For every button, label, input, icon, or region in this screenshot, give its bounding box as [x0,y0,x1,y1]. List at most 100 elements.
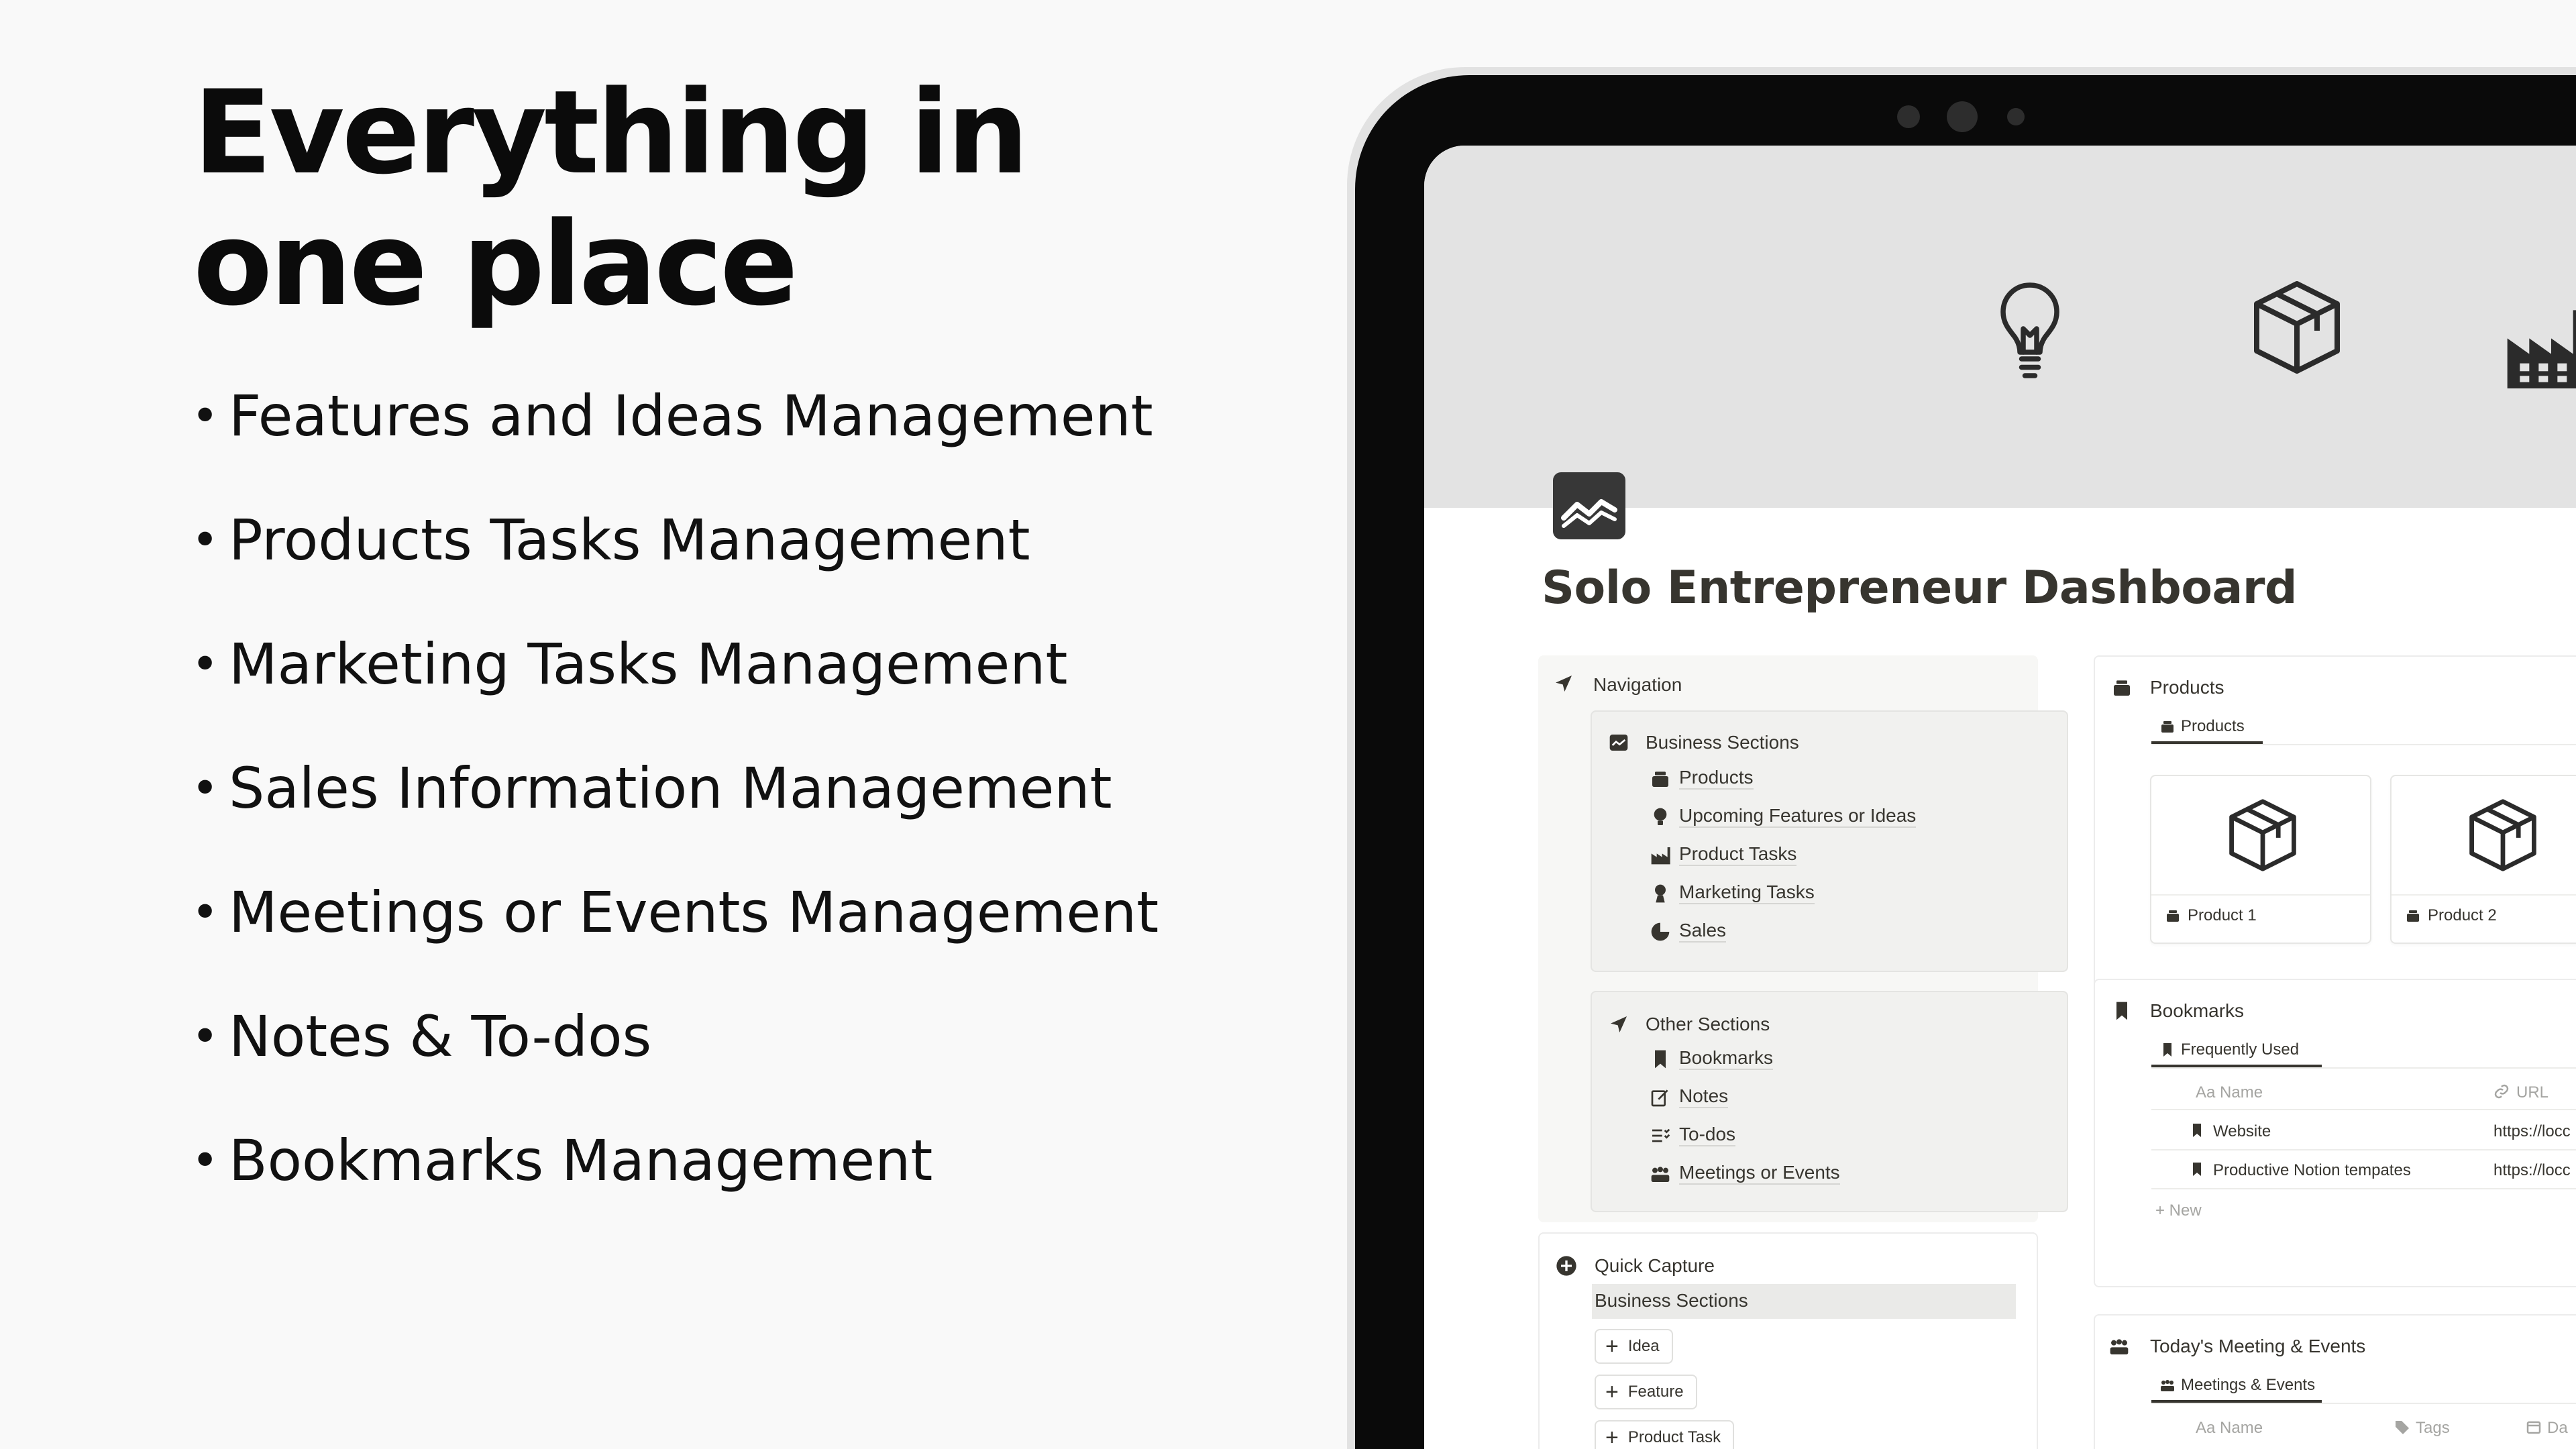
headline: Everything in one place [193,65,1029,331]
plus-circle-icon [1556,1255,1577,1277]
feature-list: • Features and Ideas Management • Products… [191,366,1159,1234]
camera-dot [1897,105,1920,128]
headline-line-1: Everything in [193,65,1029,200]
quick-capture-panel: Quick Capture Business Sections + Idea + F… [1538,1232,2038,1449]
column-header-name[interactable]: Aa Name [2196,1083,2263,1102]
bookmarks-panel: Bookmarks Frequently Used Aa Name URL We… [2094,979,2576,1287]
tag-icon [2394,1419,2410,1435]
product-card-title: Product 1 [2188,906,2257,924]
bookmark-small-icon [2189,1122,2205,1138]
plus-icon: + [1605,1425,1619,1449]
tab-divider [2151,1403,2576,1404]
feature-label: Bookmarks Management [229,1128,933,1193]
feature-item: • Sales Information Management [191,738,1159,862]
tab-divider [2151,1067,2576,1069]
bullet: • [191,513,219,568]
tab-frequently-used[interactable]: Frequently Used [2181,1040,2299,1059]
nav-link-meetings[interactable]: Meetings or Events [1679,1162,1840,1185]
bullet: • [191,388,219,443]
button-label: Feature [1627,1383,1684,1401]
nav-link-notes[interactable]: Notes [1679,1085,1729,1108]
feature-label: Meetings or Events Management [229,879,1159,945]
page-title: Solo Entrepreneur Dashboard [1542,561,2298,614]
box-icon [2247,277,2347,378]
chart-icon[interactable] [1553,472,1625,539]
bookmark-small-icon [2159,1042,2176,1058]
tab-meetings-events[interactable]: Meetings & Events [2181,1376,2315,1395]
factory-icon [2504,304,2576,391]
notion-screen: Solo Entrepreneur Dashboard Navigation B… [1424,146,2576,1449]
business-sections-heading: Business Sections [1646,732,1799,753]
plus-icon: + [1605,1334,1619,1359]
other-sections-heading: Other Sections [1646,1014,1770,1034]
nav-link-product-tasks[interactable]: Product Tasks [1679,843,1797,866]
add-product-task-button[interactable]: + Product Task [1595,1420,1735,1449]
feature-label: Notes & To-dos [229,1004,652,1069]
lightbulb-small-icon [1650,806,1671,828]
navigation-heading: Navigation [1593,674,1682,695]
nav-link-products[interactable]: Products [1679,767,1754,790]
product-card[interactable]: Product 1 [2150,775,2371,944]
bookmark-small-icon [2189,1161,2205,1177]
bookmark-row-url[interactable]: https://locc [2493,1161,2571,1180]
add-feature-button[interactable]: + Feature [1595,1375,1697,1409]
people-icon [1650,1163,1671,1185]
row-divider [2151,1149,2576,1150]
bookmark-icon [1650,1049,1671,1070]
card-divider [2392,894,2576,896]
card-divider [2151,894,2370,896]
chart-small-icon [1608,732,1629,753]
meetings-heading: Today's Meeting & Events [2150,1336,2366,1356]
button-label: Product Task [1627,1428,1721,1446]
column-header-date[interactable]: Da [2547,1419,2568,1438]
feature-label: Sales Information Management [229,755,1112,821]
bullet: • [191,1009,219,1064]
bookmark-row-name[interactable]: Productive Notion tempates [2213,1161,2411,1180]
feature-item: • Notes & To-dos [191,986,1159,1110]
people-icon [2108,1336,2130,1357]
business-sections-group: Business Sections Products Upcoming Feat… [1591,710,2068,972]
navigation-arrow-small-icon [1608,1014,1629,1035]
nav-link-to-dos[interactable]: To-dos [1679,1124,1736,1146]
drawer-small-icon [2159,718,2176,735]
products-heading: Products [2150,677,2224,698]
row-divider [2151,1188,2576,1189]
column-header-tags[interactable]: Tags [2416,1419,2450,1438]
bullet: • [191,1133,219,1188]
column-header-url[interactable]: URL [2516,1083,2548,1102]
feature-label: Marketing Tasks Management [229,631,1068,697]
bookmarks-heading: Bookmarks [2150,1000,2245,1021]
bookmark-row-name[interactable]: Website [2213,1122,2271,1141]
headline-line-2: one place [193,197,798,331]
nav-link-upcoming-features[interactable]: Upcoming Features or Ideas [1679,805,1917,828]
box-icon [2464,796,2542,874]
nav-link-bookmarks[interactable]: Bookmarks [1679,1047,1774,1070]
add-idea-button[interactable]: + Idea [1595,1329,1673,1364]
tab-products[interactable]: Products [2181,717,2245,736]
edit-note-icon [1650,1087,1671,1108]
feature-label: Features and Ideas Management [229,383,1153,449]
sensor-dot [2007,108,2025,125]
bullet: • [191,885,219,940]
camera-lens [1947,101,1978,132]
bookmark-icon [2111,1000,2133,1022]
drawer-icon [2111,677,2133,698]
product-card[interactable]: Product 2 [2390,775,2576,944]
feature-item: • Features and Ideas Management [191,366,1159,490]
megaphone-icon [1650,883,1671,904]
checklist-icon [1650,1125,1671,1146]
new-row-button[interactable]: + New [2155,1201,2202,1220]
bookmark-row-url[interactable]: https://locc [2493,1122,2571,1141]
navigation-panel: Navigation Business Sections Products Up… [1538,655,2068,1222]
column-header-name[interactable]: Aa Name [2196,1419,2263,1438]
calendar-icon [2526,1419,2542,1435]
feature-item: • Marketing Tasks Management [191,614,1159,738]
bullet: • [191,637,219,692]
factory-small-icon [1650,845,1671,866]
feature-label: Products Tasks Management [229,507,1030,573]
nav-link-marketing-tasks[interactable]: Marketing Tasks [1679,881,1815,904]
page-cover [1424,146,2576,508]
nav-link-sales[interactable]: Sales [1679,920,1727,943]
button-label: Idea [1627,1337,1660,1355]
link-icon [2493,1083,2510,1099]
